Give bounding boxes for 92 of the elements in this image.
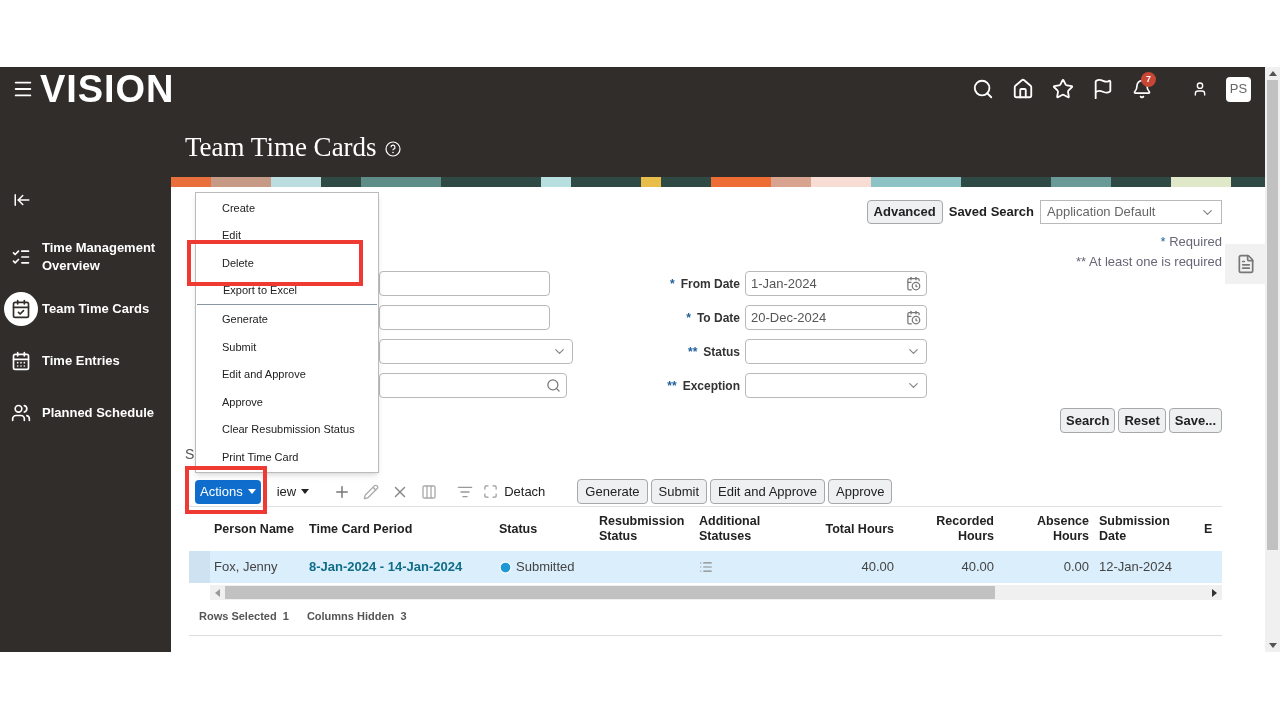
input-field[interactable]	[379, 305, 550, 330]
menu-item[interactable]: Export to Excel	[197, 276, 377, 305]
toolbar-button[interactable]: Edit and Approve	[710, 479, 826, 504]
table-cell-text: 40.00	[960, 558, 995, 577]
toolbar-button[interactable]: Approve	[828, 479, 893, 504]
period-link[interactable]: 8-Jan-2024 - 14-Jan-2024	[309, 559, 463, 575]
saved-search-label: Saved Search	[948, 203, 1034, 222]
field-label: To Date	[696, 309, 740, 327]
detach-button[interactable]: Detach	[483, 481, 546, 502]
column-header[interactable]: Submission Date	[1095, 514, 1200, 544]
toolbar-button[interactable]: Generate	[577, 479, 648, 504]
page-title: Team Time Cards	[185, 130, 377, 164]
search-form-button[interactable]: Reset	[1118, 408, 1166, 433]
flag-icon[interactable]	[1092, 78, 1114, 100]
table-cell-text: Submitted	[516, 558, 575, 577]
help-icon[interactable]	[384, 141, 401, 157]
column-header[interactable]: Additional Statuses	[695, 514, 800, 544]
user-avatar[interactable]: PS	[1226, 76, 1251, 102]
required-note: * Required	[1160, 233, 1222, 251]
search-form-button[interactable]: Save...	[1168, 408, 1222, 433]
list-icon[interactable]	[699, 560, 713, 574]
menu-item[interactable]: Generate	[196, 305, 378, 333]
sidebar-item[interactable]: Time Entries	[0, 335, 171, 387]
advanced-button[interactable]: Advanced	[866, 200, 943, 224]
column-header[interactable]: Person Name	[210, 521, 305, 537]
column-header[interactable]: Resubmission Status	[595, 514, 695, 544]
column-header[interactable]: E	[1200, 521, 1222, 537]
select-field[interactable]	[379, 339, 573, 364]
menu-item[interactable]: Edit	[196, 221, 378, 250]
calendar-icon[interactable]	[906, 310, 921, 325]
required-mark: *	[670, 275, 675, 293]
toolbar-button[interactable]: Submit	[650, 479, 708, 504]
actions-button[interactable]: Actions	[195, 479, 261, 504]
field-label: Exception	[682, 377, 740, 395]
menu-item[interactable]: Create	[196, 194, 378, 222]
required-mark: **	[667, 377, 677, 395]
menu-item[interactable]: Delete	[196, 249, 378, 277]
date-field[interactable]: 1-Jan-2024	[745, 271, 927, 296]
collapse-icon[interactable]	[13, 191, 31, 209]
date-field[interactable]: 20-Dec-2024	[745, 305, 927, 330]
column-header[interactable]: Recorded Hours	[900, 514, 1000, 544]
caret-down-icon[interactable]	[301, 489, 310, 494]
column-header[interactable]: Total Hours	[800, 521, 900, 537]
scroll-left-icon[interactable]	[215, 588, 220, 597]
required-mark: **	[687, 343, 698, 361]
table-cell-text: 40.00	[860, 558, 895, 577]
menu-item[interactable]: Submit	[196, 332, 378, 361]
required-mark: *	[686, 309, 691, 327]
sidebar-item[interactable]: Planned Schedule	[0, 387, 171, 439]
vertical-scrollbar[interactable]	[1265, 67, 1280, 652]
sidebar-item[interactable]: Team Time Cards	[0, 283, 171, 335]
notification-badge: 7	[1141, 72, 1156, 87]
table-cell-text: Fox, Jenny	[213, 558, 279, 577]
scroll-right-icon[interactable]	[1212, 588, 1217, 597]
document-icon	[1236, 254, 1256, 274]
menu-item[interactable]: Print Time Card	[196, 443, 378, 471]
edit-icon[interactable]	[363, 483, 380, 500]
results-heading: S	[185, 447, 195, 461]
calendar-icon[interactable]	[906, 276, 921, 291]
logo[interactable]: VISION	[40, 70, 175, 108]
rows-selected-count: Rows Selected 1	[199, 609, 289, 624]
user-icon[interactable]	[1192, 81, 1208, 97]
table-cell-text: 12-Jan-2024	[1098, 558, 1173, 577]
search-icon[interactable]	[972, 78, 994, 100]
columns-icon[interactable]	[421, 483, 438, 500]
table-cell-text: 0.00	[1062, 558, 1090, 577]
detach-icon	[483, 484, 499, 499]
at-least-one-note: ** At least one is required	[1076, 252, 1222, 271]
side-panel-tab[interactable]	[1225, 244, 1267, 284]
column-header[interactable]: Status	[495, 521, 595, 537]
menu-item[interactable]: Approve	[196, 388, 378, 416]
home-icon[interactable]	[1012, 78, 1034, 100]
field-label: Status	[703, 343, 740, 361]
select-field[interactable]	[745, 339, 927, 364]
search-field[interactable]	[379, 373, 567, 398]
columns-hidden-count: Columns Hidden 3	[306, 609, 407, 624]
select-field[interactable]	[745, 373, 927, 398]
view-button[interactable]: iew	[276, 481, 310, 502]
scroll-down-icon[interactable]	[1268, 643, 1277, 648]
scroll-up-icon[interactable]	[1268, 71, 1277, 76]
table-row[interactable]: Fox, Jenny 8-Jan-2024 - 14-Jan-2024 Submitted 40.00 40.00 0.00 12-Jan-2024	[189, 551, 1222, 583]
horizontal-scrollbar[interactable]	[210, 585, 1222, 600]
menu-item[interactable]: Edit and Approve	[196, 360, 378, 389]
field-label: From Date	[680, 275, 740, 293]
column-header[interactable]: Time Card Period	[305, 521, 495, 537]
column-header[interactable]: Absence Hours	[1000, 514, 1095, 544]
input-field[interactable]	[379, 271, 550, 296]
search-form-button[interactable]: Search	[1060, 408, 1116, 433]
sidebar-item[interactable]: Time Management Overview	[0, 231, 171, 283]
star-icon[interactable]	[1052, 78, 1074, 100]
menu-item[interactable]: Clear Resubmission Status	[196, 415, 378, 444]
saved-search-select[interactable]: Application Default	[1040, 200, 1222, 224]
